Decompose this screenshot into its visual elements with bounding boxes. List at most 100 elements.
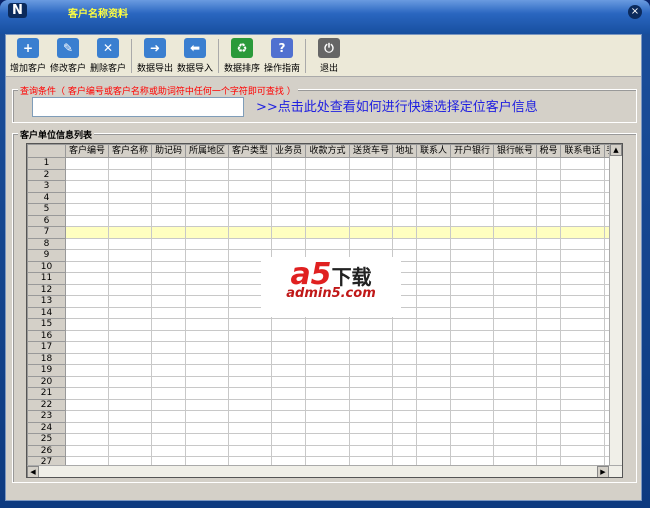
table-cell[interactable]: [392, 410, 417, 423]
table-cell[interactable]: [416, 283, 451, 296]
table-cell[interactable]: [65, 214, 109, 227]
table-cell[interactable]: [560, 375, 605, 388]
table-cell[interactable]: [271, 421, 306, 434]
table-cell[interactable]: [228, 226, 272, 239]
row-number[interactable]: 5: [27, 203, 66, 216]
table-cell[interactable]: [108, 410, 152, 423]
table-cell[interactable]: [560, 168, 605, 181]
column-header[interactable]: 税号: [536, 144, 561, 158]
toolbar-button-5[interactable]: ♻ 数据排序: [222, 35, 262, 76]
table-cell[interactable]: [108, 306, 152, 319]
table-cell[interactable]: [185, 180, 229, 193]
row-number[interactable]: 3: [27, 180, 66, 193]
table-cell[interactable]: [416, 157, 451, 170]
table-cell[interactable]: [493, 168, 537, 181]
table-cell[interactable]: [65, 364, 109, 377]
table-cell[interactable]: [493, 341, 537, 354]
table-row[interactable]: 7: [27, 226, 613, 239]
table-cell[interactable]: [450, 398, 494, 411]
row-number[interactable]: 19: [27, 364, 66, 377]
table-cell[interactable]: [392, 329, 417, 342]
column-header[interactable]: 客户类型: [228, 144, 272, 158]
table-cell[interactable]: [108, 387, 152, 400]
table-cell[interactable]: [108, 283, 152, 296]
table-cell[interactable]: [450, 260, 494, 273]
table-cell[interactable]: [349, 180, 393, 193]
table-cell[interactable]: [271, 157, 306, 170]
table-cell[interactable]: [493, 226, 537, 239]
table-cell[interactable]: [108, 260, 152, 273]
table-cell[interactable]: [185, 364, 229, 377]
table-cell[interactable]: [151, 168, 186, 181]
table-cell[interactable]: [65, 203, 109, 216]
column-header[interactable]: 联系人: [416, 144, 451, 158]
table-cell[interactable]: [228, 191, 272, 204]
table-cell[interactable]: [65, 168, 109, 181]
row-number[interactable]: 23: [27, 410, 66, 423]
table-cell[interactable]: [271, 433, 306, 446]
table-cell[interactable]: [151, 295, 186, 308]
table-cell[interactable]: [392, 433, 417, 446]
table-cell[interactable]: [450, 157, 494, 170]
table-cell[interactable]: [416, 260, 451, 273]
column-header[interactable]: 助记码: [151, 144, 186, 158]
table-cell[interactable]: [65, 283, 109, 296]
table-cell[interactable]: [151, 214, 186, 227]
table-cell[interactable]: [65, 295, 109, 308]
table-cell[interactable]: [228, 203, 272, 216]
table-cell[interactable]: [108, 421, 152, 434]
table-cell[interactable]: [151, 191, 186, 204]
column-header[interactable]: 所属地区: [185, 144, 229, 158]
table-cell[interactable]: [450, 249, 494, 262]
table-cell[interactable]: [151, 318, 186, 331]
table-cell[interactable]: [151, 364, 186, 377]
table-cell[interactable]: [450, 191, 494, 204]
table-cell[interactable]: [392, 157, 417, 170]
scroll-left-icon[interactable]: ◀: [27, 466, 39, 477]
horizontal-scrollbar[interactable]: ◀ ▶: [27, 465, 622, 477]
table-cell[interactable]: [536, 398, 561, 411]
table-cell[interactable]: [560, 444, 605, 457]
table-cell[interactable]: [536, 295, 561, 308]
table-cell[interactable]: [560, 180, 605, 193]
table-cell[interactable]: [108, 180, 152, 193]
table-cell[interactable]: [65, 318, 109, 331]
table-cell[interactable]: [305, 375, 350, 388]
table-cell[interactable]: [392, 168, 417, 181]
column-header[interactable]: 客户编号: [65, 144, 109, 158]
table-cell[interactable]: [185, 387, 229, 400]
table-cell[interactable]: [65, 433, 109, 446]
table-cell[interactable]: [108, 398, 152, 411]
toolbar-button-6[interactable]: ? 操作指南: [262, 35, 302, 76]
table-cell[interactable]: [228, 180, 272, 193]
table-cell[interactable]: [416, 237, 451, 250]
table-cell[interactable]: [416, 318, 451, 331]
table-row[interactable]: 19: [27, 364, 613, 377]
table-cell[interactable]: [271, 191, 306, 204]
table-cell[interactable]: [450, 387, 494, 400]
table-cell[interactable]: [271, 237, 306, 250]
table-row[interactable]: 16: [27, 329, 613, 342]
table-cell[interactable]: [536, 157, 561, 170]
table-cell[interactable]: [493, 364, 537, 377]
table-cell[interactable]: [392, 180, 417, 193]
table-cell[interactable]: [392, 191, 417, 204]
table-cell[interactable]: [151, 352, 186, 365]
table-cell[interactable]: [416, 191, 451, 204]
toolbar-button-2[interactable]: ✕ 删除客户: [88, 35, 128, 76]
table-cell[interactable]: [151, 272, 186, 285]
table-cell[interactable]: [493, 157, 537, 170]
table-cell[interactable]: [560, 272, 605, 285]
table-cell[interactable]: [228, 433, 272, 446]
table-cell[interactable]: [450, 283, 494, 296]
table-cell[interactable]: [228, 364, 272, 377]
table-cell[interactable]: [108, 191, 152, 204]
table-row[interactable]: 4: [27, 191, 613, 204]
table-cell[interactable]: [416, 421, 451, 434]
table-cell[interactable]: [450, 421, 494, 434]
table-cell[interactable]: [450, 272, 494, 285]
table-cell[interactable]: [349, 237, 393, 250]
table-cell[interactable]: [185, 214, 229, 227]
table-cell[interactable]: [151, 433, 186, 446]
table-row[interactable]: 20: [27, 375, 613, 388]
